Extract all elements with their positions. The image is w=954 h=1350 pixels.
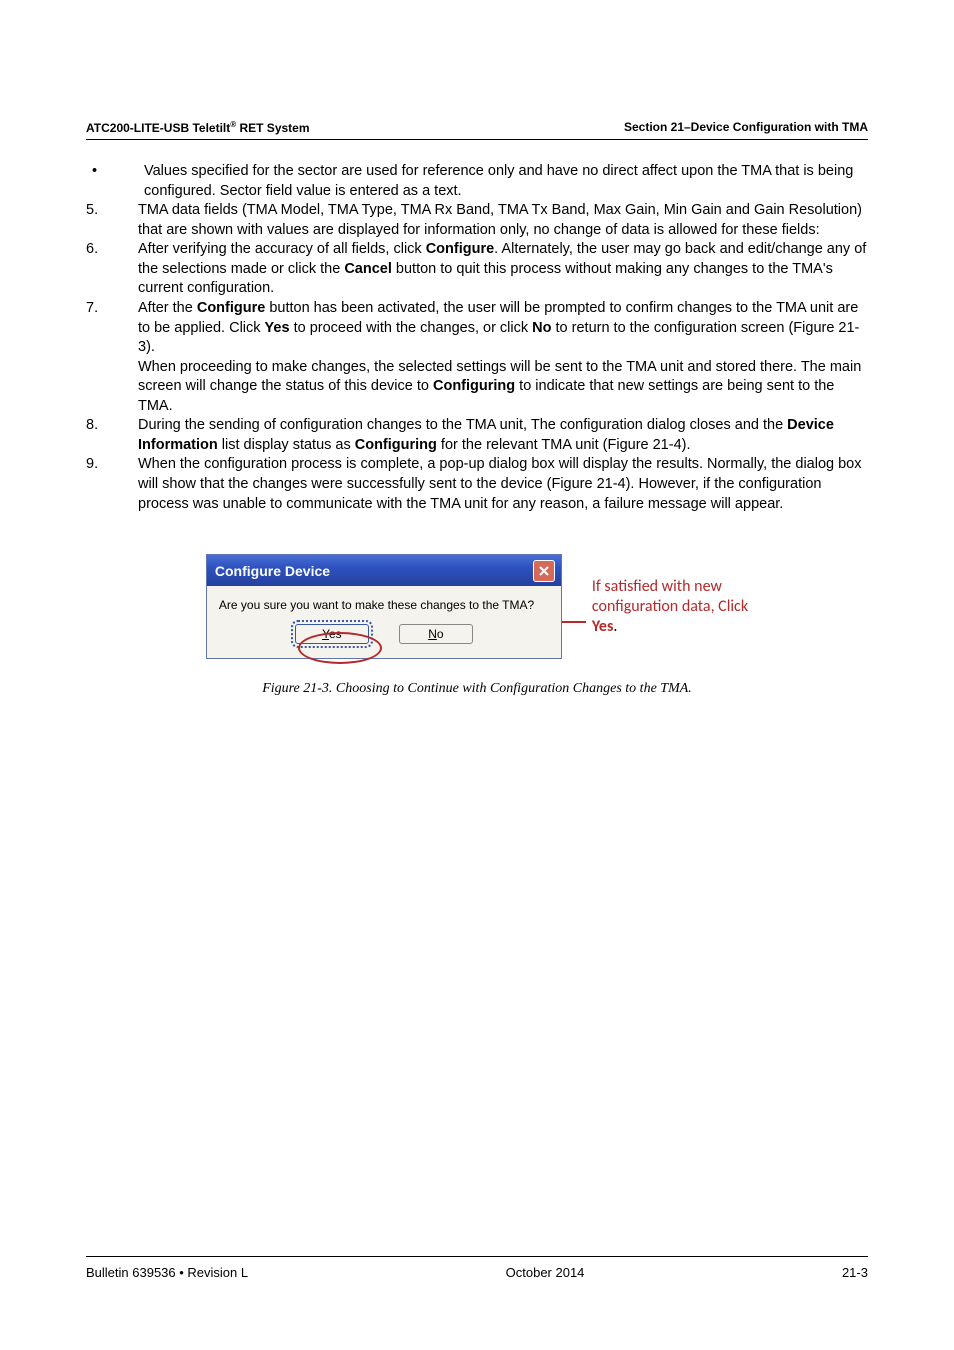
item-text: When the configuration process is comple… [138, 455, 868, 514]
callout-l1: If satisfied with new [592, 577, 722, 596]
no-button[interactable]: No [399, 624, 473, 644]
item-marker: 5. [86, 201, 138, 240]
item-marker: 9. [86, 455, 138, 514]
callout-yes: Yes [592, 617, 613, 636]
item-marker: • [86, 162, 144, 201]
header-left-b: RET System [236, 121, 309, 135]
figure-caption: Figure 21-3. Choosing to Continue with C… [86, 681, 868, 697]
page-footer: Bulletin 639536 • Revision L October 201… [86, 1256, 868, 1280]
list-item: 9.When the configuration process is comp… [86, 455, 868, 514]
close-icon[interactable] [533, 560, 555, 582]
header-left: ATC200-LITE-USB Teletilt® RET System [86, 120, 310, 135]
body-text: •Values specified for the sector are use… [86, 162, 868, 514]
dialog-titlebar: Configure Device [207, 555, 561, 586]
list-item: 5.TMA data fields (TMA Model, TMA Type, … [86, 201, 868, 240]
item-text: Values specified for the sector are used… [144, 162, 868, 201]
item-marker: 7. [86, 299, 138, 416]
callout-leader [560, 621, 586, 623]
list-item: 8.During the sending of configuration ch… [86, 416, 868, 455]
item-text: During the sending of configuration chan… [138, 416, 868, 455]
dialog-message: Are you sure you want to make these chan… [219, 598, 549, 612]
list-item: •Values specified for the sector are use… [86, 162, 868, 201]
dialog-title: Configure Device [215, 563, 330, 579]
item-text: After verifying the accuracy of all fiel… [138, 240, 868, 299]
item-marker: 8. [86, 416, 138, 455]
configure-device-dialog: Configure Device Are you sure you want t… [206, 554, 562, 659]
footer-left: Bulletin 639536 • Revision L [86, 1265, 248, 1280]
callout-l2: configuration data, Click [592, 597, 748, 616]
footer-center: October 2014 [506, 1265, 585, 1280]
list-item: 7.After the Configure button has been ac… [86, 299, 868, 416]
item-marker: 6. [86, 240, 138, 299]
figure-wrap: Configure Device Are you sure you want t… [86, 554, 868, 659]
callout-text: If satisfied with new configuration data… [592, 577, 748, 637]
item-text: TMA data fields (TMA Model, TMA Type, TM… [138, 201, 868, 240]
footer-right: 21-3 [842, 1265, 868, 1280]
list-item: 6.After verifying the accuracy of all fi… [86, 240, 868, 299]
page-header: ATC200-LITE-USB Teletilt® RET System Sec… [86, 120, 868, 140]
header-left-a: ATC200-LITE-USB Teletilt [86, 121, 230, 135]
header-right: Section 21–Device Configuration with TMA [624, 120, 868, 135]
callout-oval [298, 632, 382, 664]
item-text: After the Configure button has been acti… [138, 299, 868, 416]
